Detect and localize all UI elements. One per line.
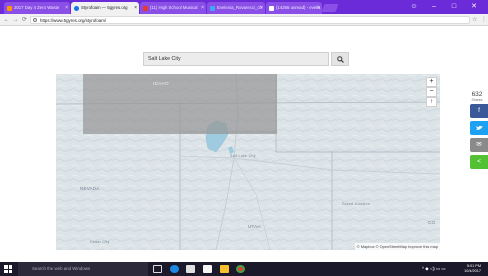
address-bar: ← → ⟳ https://www.5gyres.org/styrofoam/ … <box>0 14 488 26</box>
city-label: Grand Junction <box>342 202 370 206</box>
tab-favicon <box>7 6 12 11</box>
tab-label: (11) High School Musical <box>150 5 198 10</box>
facebook-share-button[interactable]: f <box>470 104 488 118</box>
sharethis-button[interactable]: < <box>470 155 488 169</box>
maximize-button[interactable]: □ <box>444 0 464 14</box>
email-icon: ✉ <box>476 141 482 148</box>
location-search-input[interactable] <box>144 53 330 65</box>
twitter-share-button[interactable] <box>470 121 488 135</box>
tab-favicon <box>269 6 274 11</box>
clock-date: 10/4/2017 <box>464 269 481 273</box>
browser-tab[interactable]: 2017 Day 4 Zero Waste × <box>4 2 70 14</box>
system-tray[interactable]: ^ ◆ ◁) ▭ ▭ <box>422 262 445 276</box>
bookmark-star-icon[interactable]: ☆ <box>472 15 477 25</box>
app-icon[interactable] <box>203 265 212 273</box>
state-label: CO <box>428 220 436 225</box>
close-icon[interactable]: × <box>260 2 263 14</box>
close-icon[interactable]: × <box>134 2 137 14</box>
search-icon <box>336 56 344 63</box>
email-share-button[interactable]: ✉ <box>470 138 488 152</box>
taskbar-search-box[interactable]: Search the web and Windows <box>18 262 148 276</box>
info-icon[interactable] <box>33 18 37 22</box>
task-view-icon[interactable] <box>153 265 162 273</box>
tab-favicon <box>210 6 215 11</box>
search-button[interactable] <box>331 52 349 66</box>
user-icon[interactable]: ☺ <box>404 0 424 14</box>
region-highlight: IDAHO <box>83 74 277 134</box>
map-view[interactable]: IDAHO NEVADA UTAH Salt Lake City Grand J… <box>56 74 440 250</box>
url-field[interactable]: https://www.5gyres.org/styrofoam/ <box>30 16 470 24</box>
share-count: 632 <box>471 91 483 98</box>
compass-icon[interactable]: ↑ <box>426 97 437 107</box>
file-explorer-icon[interactable] <box>220 265 229 273</box>
menu-icon[interactable]: ⋮ <box>481 15 487 25</box>
edge-browser-icon[interactable] <box>170 265 179 273</box>
forward-icon[interactable]: → <box>11 15 20 25</box>
close-icon[interactable]: × <box>201 2 204 14</box>
zoom-out-button[interactable]: − <box>426 87 437 97</box>
twitter-icon <box>475 125 483 130</box>
tab-favicon <box>74 6 79 11</box>
city-label: Cedar City <box>90 240 110 244</box>
minimize-button[interactable]: – <box>424 0 444 14</box>
facebook-icon: f <box>478 107 480 114</box>
state-label: IDAHO <box>153 81 169 86</box>
location-search <box>143 52 330 66</box>
zoom-in-button[interactable]: + <box>426 77 437 87</box>
taskbar-search-placeholder: Search the web and Windows <box>32 266 91 271</box>
windows-taskbar: Search the web and Windows ^ ◆ ◁) ▭ ▭ 5:… <box>0 262 488 276</box>
windows-start-icon[interactable] <box>4 265 12 273</box>
taskbar-clock[interactable]: 5:01 PM 10/4/2017 <box>459 264 481 274</box>
browser-tab[interactable]: Evelenia_Rovarecci_ch × <box>207 2 265 14</box>
back-icon[interactable]: ← <box>2 15 11 25</box>
new-tab-button[interactable] <box>321 4 339 12</box>
browser-tab-active[interactable]: Styrofoam — 5gyres.org × <box>71 2 139 14</box>
reload-icon[interactable]: ⟳ <box>20 15 29 25</box>
tab-label: Styrofoam — 5gyres.org <box>81 5 128 10</box>
city-label: Salt Lake City <box>230 154 256 158</box>
store-icon[interactable] <box>186 265 195 273</box>
tab-favicon <box>143 6 148 11</box>
close-icon[interactable]: × <box>317 2 320 14</box>
chrome-icon[interactable] <box>236 265 245 273</box>
state-label: UTAH <box>248 224 261 229</box>
state-label: NEVADA <box>80 186 100 191</box>
close-icon[interactable]: × <box>65 2 68 14</box>
browser-tab[interactable]: (14266 unread) - evelia × <box>266 2 322 14</box>
browser-tab-bar: 2017 Day 4 Zero Waste × Styrofoam — 5gyr… <box>0 0 488 14</box>
map-attribution[interactable]: © Mapbox © OpenStreetMap Improve this ma… <box>354 243 440 250</box>
share-icon: < <box>477 158 481 165</box>
browser-tab[interactable]: (11) High School Musical × <box>140 2 206 14</box>
close-window-button[interactable]: ✕ <box>464 0 484 14</box>
tab-label: Evelenia_Rovarecci_ch <box>217 5 262 10</box>
url-text: https://www.5gyres.org/styrofoam/ <box>40 18 107 23</box>
tab-label: 2017 Day 4 Zero Waste <box>14 5 60 10</box>
share-label: Shares <box>471 98 483 102</box>
tab-label: (14266 unread) - evelia <box>276 5 321 10</box>
